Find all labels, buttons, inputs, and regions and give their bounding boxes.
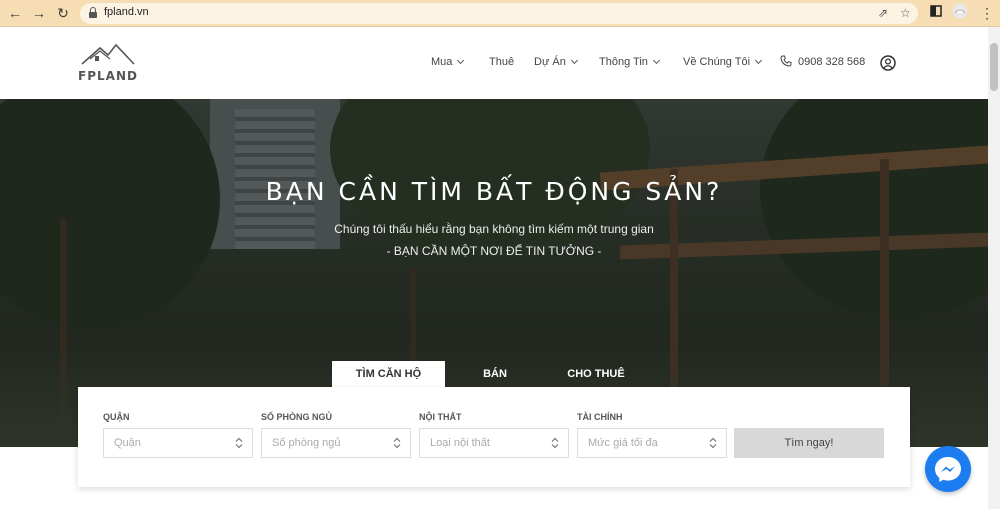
budget-placeholder: Mức giá tối đa [588, 437, 658, 449]
messenger-button[interactable] [925, 446, 971, 492]
star-icon[interactable]: ☆ [900, 5, 911, 21]
nav-item-label: Dự Án [534, 56, 566, 68]
chevron-down-icon [457, 56, 465, 65]
nav-item-label: Thuê [489, 56, 515, 68]
chevron-down-icon [755, 56, 763, 65]
bedrooms-label: SỐ PHÒNG NGỦ [261, 412, 333, 422]
search-panel: QUẬN Quận SỐ PHÒNG NGỦ Số phòng ngủ NỘI … [78, 387, 910, 487]
tab-tim-can-ho[interactable]: TÌM CĂN HỘ [332, 361, 445, 387]
sidebar-icon[interactable] [930, 5, 942, 17]
hero-subtitle: Chúng tôi thấu hiểu rằng bạn không tìm k… [334, 222, 654, 236]
logo-text: FPLAND [78, 69, 138, 83]
chevron-down-icon [652, 56, 660, 65]
nav-item-ve-chung-toi[interactable]: Về Chúng Tôi [683, 56, 763, 68]
updown-arrow-icon [709, 437, 717, 449]
phone-link[interactable]: 0908 328 568 [780, 55, 865, 68]
lock-icon[interactable] [89, 7, 97, 18]
nav-item-thong-tin[interactable]: Thông Tin [599, 56, 660, 68]
nav-item-mua[interactable]: Mua [431, 56, 465, 68]
logo[interactable]: FPLAND [76, 42, 140, 84]
updown-arrow-icon [393, 437, 401, 449]
tab-cho-thue[interactable]: CHO THUÊ [546, 361, 646, 387]
hero-tagline: - BẠN CẦN MỘT NƠI ĐỂ TIN TƯỞNG - [386, 244, 602, 258]
browser-toolbar: ← → ↻ fpland.vn ⇗ ☆ ⋮ [0, 0, 1000, 27]
district-placeholder: Quận [114, 437, 141, 449]
forward-icon[interactable]: → [30, 4, 48, 22]
bedrooms-select[interactable]: Số phòng ngủ [261, 428, 411, 458]
search-button[interactable]: Tìm ngay! [734, 428, 884, 458]
user-account-icon[interactable] [880, 55, 896, 71]
nav-item-thue[interactable]: Thuê [489, 56, 514, 68]
budget-label: TÀI CHÍNH [577, 412, 623, 422]
updown-arrow-icon [235, 437, 243, 449]
district-label: QUẬN [103, 412, 130, 422]
chevron-down-icon [570, 56, 578, 65]
reload-icon[interactable]: ↻ [54, 4, 72, 22]
url-text: fpland.vn [104, 6, 149, 18]
furniture-placeholder: Loại nội thất [430, 437, 490, 449]
furniture-label: NỘI THẤT [419, 412, 462, 422]
address-bar[interactable]: fpland.vn ⇗ ☆ [80, 3, 918, 24]
phone-number: 0908 328 568 [798, 56, 866, 68]
page-scrollbar[interactable] [988, 27, 1000, 509]
furniture-select[interactable]: Loại nội thất [419, 428, 569, 458]
tab-ban[interactable]: BÁN [455, 361, 535, 387]
bedrooms-placeholder: Số phòng ngủ [272, 437, 341, 449]
nav-item-label: Về Chúng Tôi [683, 56, 751, 68]
scrollbar-thumb[interactable] [990, 43, 998, 91]
menu-icon[interactable]: ⋮ [978, 4, 996, 22]
phone-icon [780, 55, 792, 67]
district-select[interactable]: Quận [103, 428, 253, 458]
nav-item-du-an[interactable]: Dự Án [534, 56, 578, 68]
updown-arrow-icon [551, 437, 559, 449]
nav-item-label: Thông Tin [599, 56, 648, 68]
back-icon[interactable]: ← [6, 4, 24, 22]
budget-select[interactable]: Mức giá tối đa [577, 428, 727, 458]
messenger-icon [935, 457, 961, 482]
share-icon[interactable]: ⇗ [878, 5, 888, 21]
site-header: FPLAND Mua Thuê Dự Án Thông Tin Về Chúng… [0, 27, 988, 99]
nav-item-label: Mua [431, 56, 453, 68]
profile-icon[interactable] [952, 3, 968, 19]
hero-title: BẠN CẦN TÌM BẤT ĐỘNG SẢN? [265, 177, 723, 206]
house-logo-icon [81, 43, 135, 65]
